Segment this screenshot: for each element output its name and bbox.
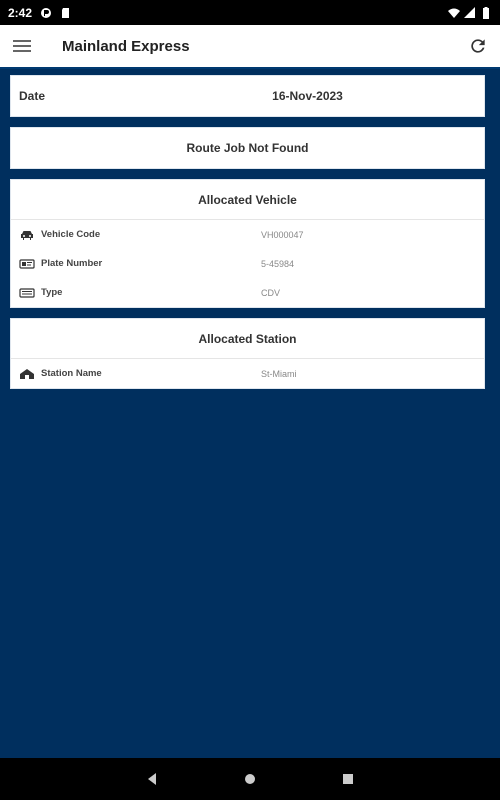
type-value: CDV (261, 287, 281, 298)
plate-number-value: 5-45984 (261, 258, 295, 269)
type-label: Type (41, 287, 63, 298)
pocket-icon (40, 7, 52, 19)
plate-number-label: Plate Number (41, 258, 103, 269)
route-job-message: Route Job Not Found (186, 141, 309, 155)
home-icon (19, 368, 35, 380)
station-name-label: Station Name (41, 368, 102, 379)
id-card-icon (19, 258, 35, 270)
system-nav-bar (0, 758, 500, 800)
allocated-vehicle-header: Allocated Vehicle (11, 180, 484, 220)
route-job-card: Route Job Not Found (10, 127, 485, 169)
back-icon[interactable] (143, 770, 161, 788)
car-icon (19, 229, 35, 241)
date-label: Date (19, 89, 46, 103)
allocated-station-header: Allocated Station (11, 319, 484, 359)
type-icon (19, 287, 35, 299)
status-time: 2:42 (8, 5, 33, 20)
app-bar: Mainland Express (0, 25, 500, 69)
vehicle-code-value: VH000047 (261, 229, 304, 240)
battery-icon (480, 6, 492, 19)
type-row: Type CDV (11, 278, 484, 307)
station-name-value: St-Miami (261, 368, 297, 379)
status-bar: 2:42 (0, 0, 500, 25)
signal-icon (464, 6, 476, 19)
recents-icon[interactable] (339, 770, 357, 788)
app-title: Mainland Express (62, 37, 190, 55)
vehicle-code-label: Vehicle Code (41, 229, 101, 240)
sd-card-icon (60, 7, 72, 19)
date-card: Date 16-Nov-2023 (10, 75, 485, 117)
station-name-row: Station Name St-Miami (11, 359, 484, 388)
allocated-station-card: Allocated Station Station Name St-Miami (10, 318, 485, 389)
plate-number-row: Plate Number 5-45984 (11, 249, 484, 278)
date-value: 16-Nov-2023 (272, 89, 343, 103)
home-button-icon[interactable] (241, 770, 259, 788)
allocated-vehicle-card: Allocated Vehicle Vehicle Code VH000047 (10, 179, 485, 308)
wifi-icon (448, 7, 460, 19)
vehicle-code-row: Vehicle Code VH000047 (11, 220, 484, 249)
content: Date 16-Nov-2023 Route Job Not Found All… (10, 75, 485, 399)
hamburger-menu-icon[interactable] (12, 38, 32, 54)
refresh-icon[interactable] (468, 36, 488, 56)
